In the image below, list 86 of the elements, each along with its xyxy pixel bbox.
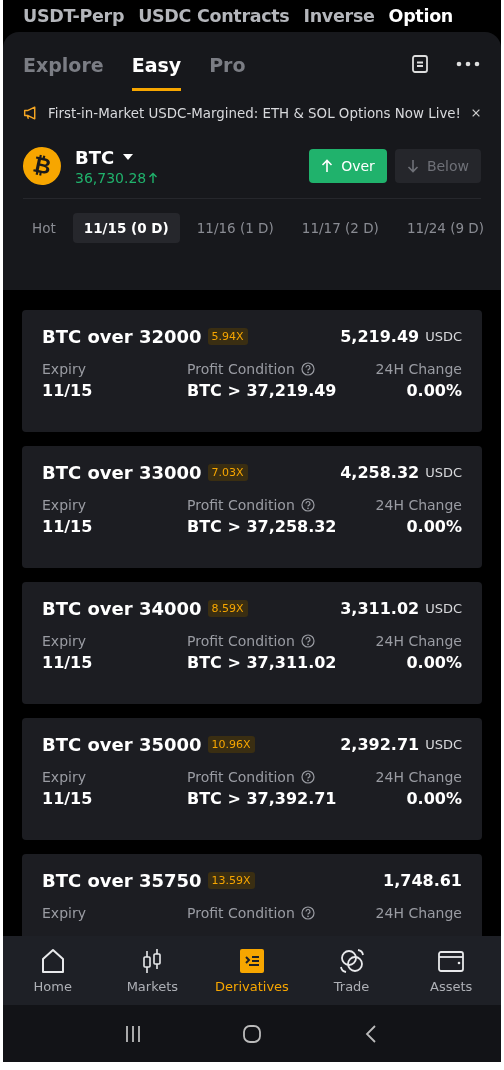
category-tab[interactable]: Inverse — [303, 6, 375, 26]
field-label: Expiry — [42, 905, 86, 921]
category-tab[interactable]: Option — [388, 6, 453, 26]
option-title: BTC over 35750 — [42, 870, 202, 891]
asset-price: 36,730.28 — [75, 169, 147, 186]
mode-tab[interactable]: Explore — [23, 37, 104, 91]
field-value: 0.00% — [406, 789, 462, 808]
field-label: Expiry — [42, 361, 86, 377]
option-card[interactable]: BTC over 33000 7.03X 4,258.32 USDC Expiry 11/15 Profit Condition BTC > 37,258.32 24H Change 0.00% — [22, 446, 482, 568]
field-value: BTC > 37,392.71 — [187, 789, 338, 808]
option-card[interactable]: BTC over 32000 5.94X 5,219.49 USDC Expiry 11/15 Profit Condition BTC > 37,219.49 24H Change 0.00% — [22, 310, 482, 432]
price-unit: USDC — [425, 737, 462, 752]
option-card[interactable]: BTC over 34000 8.59X 3,311.02 USDC Expiry 11/15 Profit Condition BTC > 37,311.02 24H Change 0.00% — [22, 582, 482, 704]
multiplier-tag: 13.59X — [207, 872, 255, 889]
field-label: Expiry — [42, 633, 86, 649]
multiplier-tag: 10.96X — [207, 736, 255, 753]
field-value: BTC > 37,311.02 — [187, 653, 338, 672]
price-unit: USDC — [425, 329, 462, 344]
field-value: 0.00% — [406, 517, 462, 536]
derivatives-icon — [238, 947, 266, 975]
help-icon[interactable] — [300, 770, 315, 784]
document-icon[interactable] — [409, 53, 431, 75]
expiry-tab[interactable]: 11/15 (0 D) — [72, 213, 180, 243]
help-icon[interactable] — [300, 906, 315, 920]
field-label: Profit Condition — [187, 769, 295, 785]
option-card[interactable]: BTC over 35750 13.59X 1,748.61 Expiry Profit Condition 24H Change — [22, 854, 482, 936]
nav-item[interactable]: Assets — [401, 936, 501, 1005]
asset-name[interactable]: BTC — [75, 146, 115, 168]
up-arrow-icon — [148, 171, 159, 184]
price-unit: USDC — [425, 465, 462, 480]
option-price: 2,392.71 — [340, 735, 420, 754]
multiplier-tag: 5.94X — [207, 328, 248, 345]
field-label: 24H Change — [375, 361, 462, 377]
nav-item[interactable]: Markets — [102, 936, 203, 1005]
option-title: BTC over 32000 — [42, 326, 202, 347]
close-icon[interactable] — [470, 107, 481, 119]
more-icon[interactable] — [455, 59, 481, 69]
option-price: 3,311.02 — [340, 599, 420, 618]
field-label: Profit Condition — [187, 905, 295, 921]
category-tab[interactable]: USDC Contracts — [138, 6, 290, 26]
field-value: 11/15 — [42, 381, 94, 400]
field-label: Profit Condition — [187, 361, 295, 377]
option-title: BTC over 33000 — [42, 462, 202, 483]
field-label: 24H Change — [375, 633, 462, 649]
field-value: 0.00% — [406, 653, 462, 672]
multiplier-tag: 8.59X — [207, 600, 248, 617]
help-icon[interactable] — [300, 362, 315, 376]
option-price: 5,219.49 — [340, 327, 420, 346]
help-icon[interactable] — [300, 498, 315, 512]
mode-tab[interactable]: Easy — [131, 37, 182, 91]
field-label: Profit Condition — [187, 497, 295, 513]
option-title: BTC over 34000 — [42, 598, 202, 619]
field-value: 11/15 — [42, 789, 94, 808]
option-card[interactable]: BTC over 35000 10.96X 2,392.71 USDC Expiry 11/15 Profit Condition BTC > 37,392.71 24H Change 0.00% — [22, 718, 482, 840]
mode-tab[interactable]: Pro — [209, 37, 246, 91]
field-label: Expiry — [42, 497, 86, 513]
field-value: 11/15 — [42, 653, 94, 672]
expiry-tab[interactable]: 11/16 (1 D) — [185, 213, 285, 243]
field-label: 24H Change — [375, 497, 462, 513]
field-value: BTC > 37,219.49 — [187, 381, 338, 400]
expiry-tab[interactable]: Hot — [21, 213, 67, 243]
help-icon[interactable] — [300, 634, 315, 648]
field-value: 0.00% — [406, 381, 462, 400]
dropdown-icon[interactable] — [122, 152, 135, 162]
field-label: 24H Change — [375, 905, 462, 921]
announcement-text: First-in-Market USDC-Margined: ETH & SOL Options Now Live! — [48, 105, 461, 121]
field-value: BTC > 37,258.32 — [187, 517, 338, 536]
field-value: 11/15 — [42, 517, 94, 536]
option-price: 1,748.61 — [383, 871, 462, 890]
down-arrow-icon — [406, 159, 419, 173]
nav-item[interactable]: Trade — [301, 936, 402, 1005]
option-price: 4,258.32 — [340, 463, 420, 482]
expiry-tab[interactable]: 11/17 (2 D) — [290, 213, 390, 243]
trade-icon — [337, 947, 366, 975]
field-label: Profit Condition — [187, 633, 295, 649]
category-tab[interactable]: USDT-Perp — [23, 6, 125, 26]
price-unit: USDC — [425, 601, 462, 616]
multiplier-tag: 7.03X — [207, 464, 248, 481]
home-button-icon[interactable] — [242, 1023, 262, 1044]
nav-item[interactable]: Derivatives — [202, 936, 302, 1005]
up-arrow-icon — [321, 159, 334, 173]
expiry-tab[interactable]: 11/24 (9 D) — [395, 213, 495, 243]
field-label: 24H Change — [375, 769, 462, 785]
field-label: Expiry — [42, 769, 86, 785]
nav-item[interactable]: Home — [3, 936, 103, 1005]
option-title: BTC over 35000 — [42, 734, 202, 755]
